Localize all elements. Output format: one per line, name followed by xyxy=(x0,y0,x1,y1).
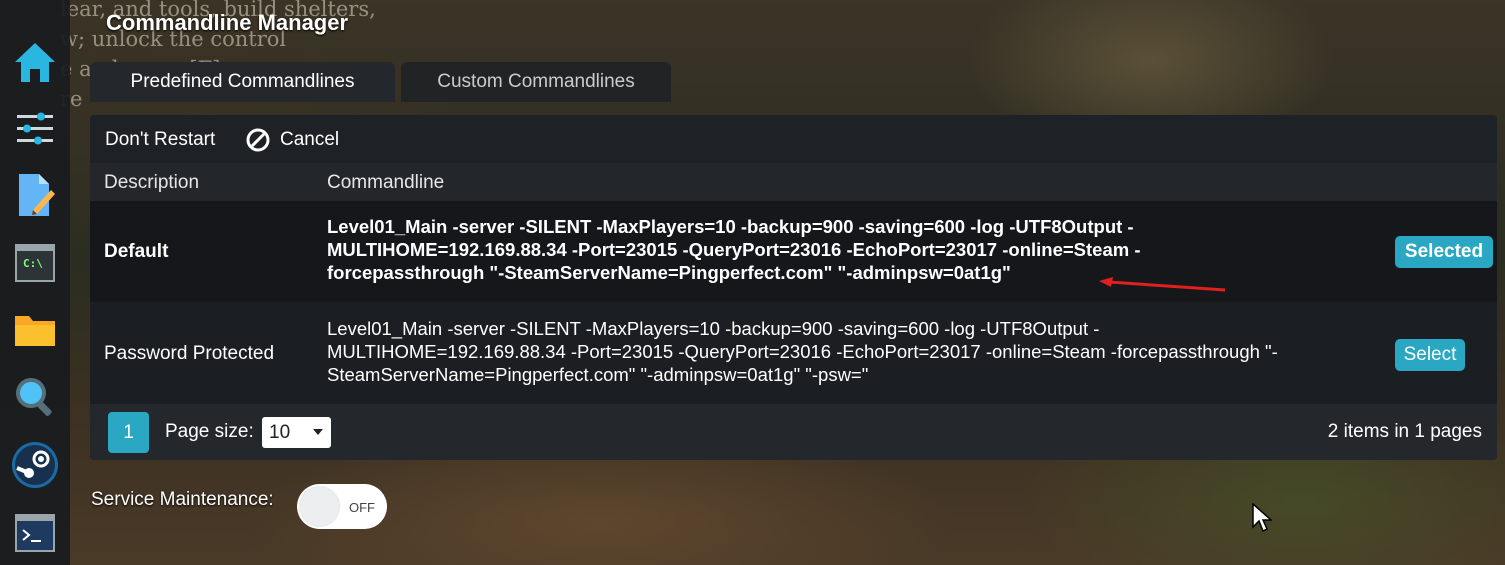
selected-button[interactable]: Selected xyxy=(1395,236,1493,268)
row-commandline: Level01_Main -server -SILENT -MaxPlayers… xyxy=(327,318,1278,385)
service-maintenance-label: Service Maintenance: xyxy=(91,489,274,510)
dont-restart-button[interactable]: Don't Restart xyxy=(105,127,215,153)
service-maintenance-toggle[interactable]: OFF xyxy=(297,484,387,529)
sliders-icon xyxy=(17,112,53,145)
cancel-icon xyxy=(246,128,270,152)
mouse-cursor-icon xyxy=(1252,503,1272,533)
row-description: Password Protected xyxy=(104,343,275,364)
sidebar-item-home[interactable] xyxy=(10,37,60,87)
annotation-arrow xyxy=(1099,277,1226,292)
pager-info: 2 items in 1 pages xyxy=(1327,421,1482,442)
cancel-button[interactable]: Cancel xyxy=(246,127,339,153)
tab-custom-commandlines[interactable]: Custom Commandlines xyxy=(401,62,671,102)
grid-header: Description Commandline xyxy=(90,163,1497,201)
row-description: Default xyxy=(104,241,169,262)
sidebar-item-terminal[interactable] xyxy=(10,508,60,558)
tab-predefined-commandlines[interactable]: Predefined Commandlines xyxy=(90,62,395,102)
column-header-description[interactable]: Description xyxy=(104,172,199,194)
home-icon xyxy=(15,43,55,82)
steam-icon xyxy=(12,442,58,488)
console-icon-text: C:\ xyxy=(23,257,43,270)
column-header-commandline[interactable]: Commandline xyxy=(327,172,444,194)
select-button[interactable]: Select xyxy=(1395,339,1465,371)
sidebar-item-editor[interactable] xyxy=(10,170,60,220)
search-icon xyxy=(16,378,52,416)
page-title: Commandline Manager xyxy=(106,10,349,35)
row-commandline: Level01_Main -server -SILENT -MaxPlayers… xyxy=(327,216,1141,283)
table-row[interactable]: Default Level01_Main -server -SILENT -Ma… xyxy=(90,201,1497,302)
folder-icon xyxy=(15,316,55,346)
page-size-label: Page size: xyxy=(165,421,254,442)
page-size-value: 10 xyxy=(269,421,291,443)
edit-document-icon xyxy=(19,174,55,216)
page-size-dropdown[interactable]: 10 xyxy=(262,417,331,448)
pager: 1 Page size: 10 2 items in 1 pages xyxy=(90,404,1497,460)
sidebar-item-steam[interactable] xyxy=(10,440,60,490)
commandline-grid-panel: Don't Restart Cancel Description Command… xyxy=(90,115,1497,460)
table-row[interactable]: Password Protected Level01_Main -server … xyxy=(90,302,1497,404)
toggle-knob xyxy=(300,487,339,526)
terminal-icon xyxy=(15,514,55,552)
grid-toolbar: Don't Restart Cancel xyxy=(90,115,1497,163)
sidebar-item-settings[interactable] xyxy=(10,103,60,153)
toggle-state-label: OFF xyxy=(349,500,375,515)
page-number-button[interactable]: 1 xyxy=(108,412,149,453)
sidebar-item-console[interactable]: C:\ xyxy=(10,238,60,288)
sidebar: C:\ xyxy=(0,0,70,565)
chevron-down-icon xyxy=(313,429,323,435)
cancel-label: Cancel xyxy=(280,129,340,150)
sidebar-item-files[interactable] xyxy=(10,305,60,355)
sidebar-item-search[interactable] xyxy=(10,372,60,422)
